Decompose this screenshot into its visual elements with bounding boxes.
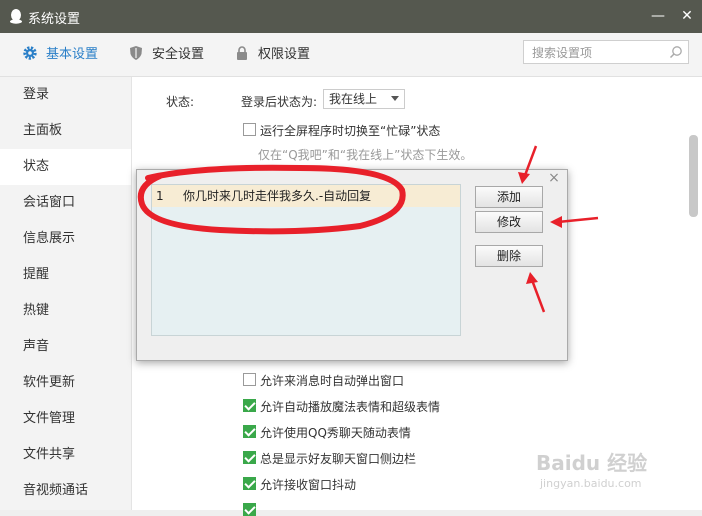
- tab-basic-settings[interactable]: 基本设置: [22, 45, 98, 65]
- gear-icon: [23, 46, 37, 60]
- option-label: 允许来消息时自动弹出窗口: [260, 374, 405, 388]
- search-icon[interactable]: [669, 45, 683, 59]
- row-text: 你几时来几时走伴我多久.-自动回复: [183, 189, 372, 203]
- sidebar-item-sound[interactable]: 声音: [0, 329, 131, 365]
- auto-reply-list: 1 你几时来几时走伴我多久.-自动回复: [151, 184, 461, 336]
- section-label: 状态:: [166, 95, 195, 109]
- sidebar: 登录 主面板 状态 会话窗口 信息展示 提醒 热键 声音 软件更新 文件管理 文…: [0, 77, 132, 510]
- sidebar-item-reminder[interactable]: 提醒: [0, 257, 131, 293]
- sidebar-item-status[interactable]: 状态: [0, 149, 131, 185]
- tab-label: 安全设置: [152, 47, 205, 62]
- option-checkbox[interactable]: [243, 425, 256, 438]
- chevron-down-icon: [391, 96, 399, 101]
- shield-icon: [130, 46, 142, 60]
- option-checkbox[interactable]: [243, 477, 256, 490]
- edit-button[interactable]: 修改: [475, 211, 543, 233]
- option-label: 允许接收窗口抖动: [260, 478, 357, 492]
- minimize-button[interactable]: —: [648, 6, 668, 26]
- delete-button[interactable]: 删除: [475, 245, 543, 267]
- option-checkbox[interactable]: [243, 451, 256, 464]
- tab-security-settings[interactable]: 安全设置: [128, 45, 204, 65]
- sidebar-item-av-call[interactable]: 音视频通话: [0, 473, 131, 509]
- fullscreen-busy-checkbox[interactable]: [243, 123, 256, 136]
- sidebar-item-chat-window[interactable]: 会话窗口: [0, 185, 131, 221]
- tab-permission-settings[interactable]: 权限设置: [234, 45, 310, 65]
- lock-icon: [237, 46, 247, 60]
- search-box[interactable]: [523, 40, 689, 64]
- option-label: 允许使用QQ秀聊天随动表情: [260, 426, 411, 440]
- dialog-close-button[interactable]: ×: [547, 171, 561, 185]
- watermark-url: jingyan.baidu.com: [540, 477, 642, 490]
- toolbar: 基本设置 安全设置 权限设置: [0, 33, 702, 77]
- sidebar-item-software-update[interactable]: 软件更新: [0, 365, 131, 401]
- close-button[interactable]: ✕: [677, 6, 697, 26]
- auto-reply-dialog: × 1 你几时来几时走伴我多久.-自动回复 添加 修改 删除: [136, 169, 568, 361]
- search-input[interactable]: [530, 44, 664, 62]
- login-status-select[interactable]: 我在线上: [323, 89, 405, 109]
- qq-penguin-icon: [10, 9, 22, 24]
- fullscreen-note: 仅在“Q我吧”和“我在线上”状态下生效。: [258, 148, 473, 162]
- list-item[interactable]: 1 你几时来几时走伴我多久.-自动回复: [152, 185, 460, 207]
- option-checkbox[interactable]: [243, 373, 256, 386]
- tab-label: 权限设置: [258, 47, 311, 62]
- option-checkbox[interactable]: [243, 399, 256, 412]
- option-label: 允许自动播放魔法表情和超级表情: [260, 400, 441, 414]
- fullscreen-option-label: 运行全屏程序时切换至“忙碌”状态: [260, 124, 441, 138]
- login-status-value: 我在线上: [329, 92, 378, 106]
- sidebar-item-info-display[interactable]: 信息展示: [0, 221, 131, 257]
- add-button[interactable]: 添加: [475, 186, 543, 208]
- tab-label: 基本设置: [46, 47, 99, 62]
- content-scrollbar[interactable]: [689, 135, 698, 217]
- sidebar-item-file-management[interactable]: 文件管理: [0, 401, 131, 437]
- sidebar-item-hotkey[interactable]: 热键: [0, 293, 131, 329]
- option-label: 总是显示好友聊天窗口侧边栏: [260, 452, 417, 466]
- sidebar-item-main-panel[interactable]: 主面板: [0, 113, 131, 149]
- window-title: 系统设置: [28, 12, 81, 27]
- row-number: 1: [156, 189, 164, 203]
- title-bar: 系统设置 — ✕: [0, 0, 702, 33]
- watermark-brand: Baidu 经验: [536, 451, 648, 475]
- sidebar-item-login[interactable]: 登录: [0, 77, 131, 113]
- login-status-label: 登录后状态为:: [241, 95, 318, 109]
- sidebar-item-file-sharing[interactable]: 文件共享: [0, 437, 131, 473]
